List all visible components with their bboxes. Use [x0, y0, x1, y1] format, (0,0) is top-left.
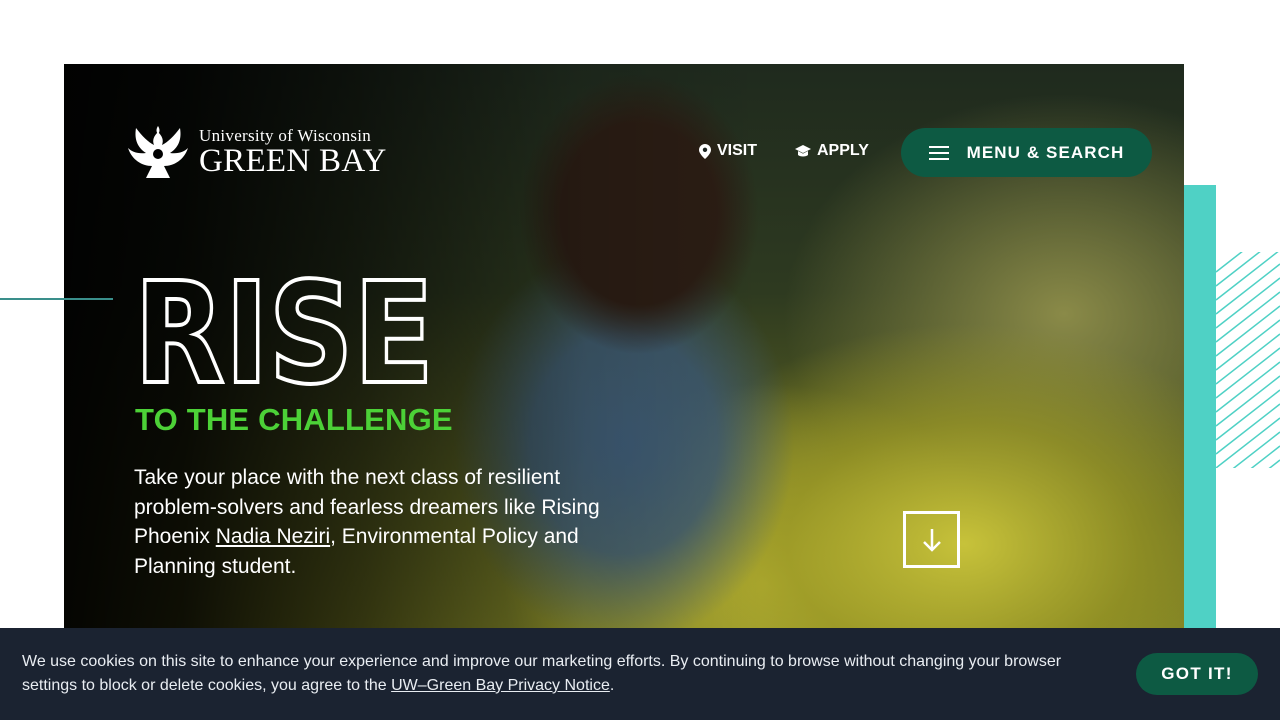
cookie-text-after: .	[609, 677, 615, 694]
logo-small-line: University of Wisconsin	[199, 125, 372, 145]
nadia-neziri-link[interactable]: Nadia Neziri	[216, 525, 330, 548]
nav-apply-label: APPLY	[817, 142, 869, 159]
phoenix-logo	[128, 126, 188, 178]
hero-headline-text: RISE	[134, 270, 434, 390]
menu-search-button[interactable]: MENU & SEARCH	[901, 128, 1152, 177]
map-pin-icon	[699, 143, 711, 159]
privacy-notice-link[interactable]: UW–Green Bay Privacy Notice	[391, 677, 610, 694]
hero-intro-paragraph: Take your place with the next class of r…	[134, 463, 614, 581]
got-it-button[interactable]: GOT IT!	[1136, 653, 1258, 695]
diagonal-stripes-decoration	[1216, 252, 1280, 468]
menu-search-label: MENU & SEARCH	[966, 142, 1125, 162]
hero-accent-line	[0, 298, 113, 300]
hamburger-icon	[928, 145, 949, 160]
scroll-down-button[interactable]	[903, 511, 960, 568]
university-logo[interactable]: University of Wisconsin GREEN BAY	[128, 126, 387, 178]
hero-subheadline: TO THE CHALLENGE	[135, 402, 453, 437]
logo-big-line: GREEN BAY	[199, 142, 387, 179]
graduation-cap-icon	[795, 144, 811, 156]
arrow-down-icon	[922, 528, 941, 552]
nav-visit-label: VISIT	[717, 142, 758, 159]
cookie-message: We use cookies on this site to enhance y…	[22, 650, 1112, 698]
nav-apply-link[interactable]: APPLY	[795, 142, 869, 160]
teal-accent-bar	[1184, 185, 1216, 635]
nav-visit-link[interactable]: VISIT	[699, 142, 757, 160]
hero-headline: RISE	[134, 270, 436, 390]
